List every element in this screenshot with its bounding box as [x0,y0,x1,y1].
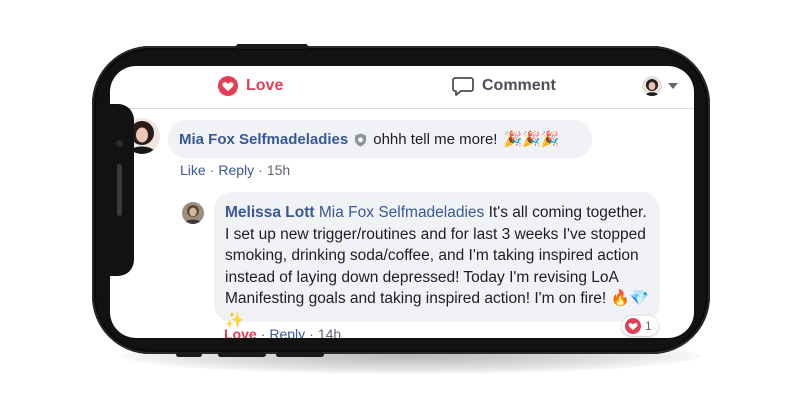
front-camera [116,140,123,147]
phone-screen: Love Comment Mia Fox Selfmadeladies ohhh… [110,66,694,338]
phone-volume-button [218,352,266,357]
phone-volume-button [276,352,324,357]
reply-link[interactable]: Reply [269,326,305,338]
reply-link[interactable]: Reply [218,162,254,178]
comment-meta: Like · Reply · 15h [180,162,291,178]
reaction-count-badge[interactable]: 1 [622,316,658,336]
comment-action-button[interactable]: Comment [452,76,556,96]
chevron-down-icon [668,83,678,89]
reaction-count: 1 [645,319,652,333]
love-action-label: Love [246,77,284,94]
shield-icon [355,133,367,146]
comment-text: ohhh tell me more! [373,131,498,148]
reply-comment-meta: Love · Reply · 14h [224,326,341,338]
user-selector[interactable] [642,76,678,96]
comment-bubble: Mia Fox Selfmadeladies ohhh tell me more… [168,120,592,158]
phone-side-button [176,352,202,357]
reply-author-name[interactable]: Melissa Lott [225,204,315,221]
love-link[interactable]: Love [224,326,257,338]
reply-comment-bubble: Melissa Lott Mia Fox Selfmadeladies It's… [214,192,660,329]
user-avatar [642,76,662,96]
love-reaction-icon [218,76,238,96]
comment-action-label: Comment [482,77,556,94]
reply-comment-body: Melissa Lott Mia Fox Selfmadeladies It's… [225,202,651,332]
love-reaction-icon [625,318,641,334]
like-link[interactable]: Like [180,162,206,178]
party-emoji: 🎉🎉🎉 [503,131,560,148]
reply-timestamp[interactable]: 14h [318,326,341,338]
comment-timestamp[interactable]: 15h [267,162,290,178]
mentioned-user-tag[interactable]: Mia Fox Selfmadeladies [319,204,484,221]
comment-author-name[interactable]: Mia Fox Selfmadeladies [179,129,348,150]
commenter-avatar-melissa[interactable] [182,202,204,224]
phone-side-button [236,44,308,49]
post-action-bar: Love Comment [110,66,694,109]
comment-bubble-icon [452,77,474,96]
comment-body: Mia Fox Selfmadeladies ohhh tell me more… [179,129,560,150]
love-action-button[interactable]: Love [218,76,283,96]
earpiece-speaker [117,164,122,216]
phone-notch [110,104,134,276]
